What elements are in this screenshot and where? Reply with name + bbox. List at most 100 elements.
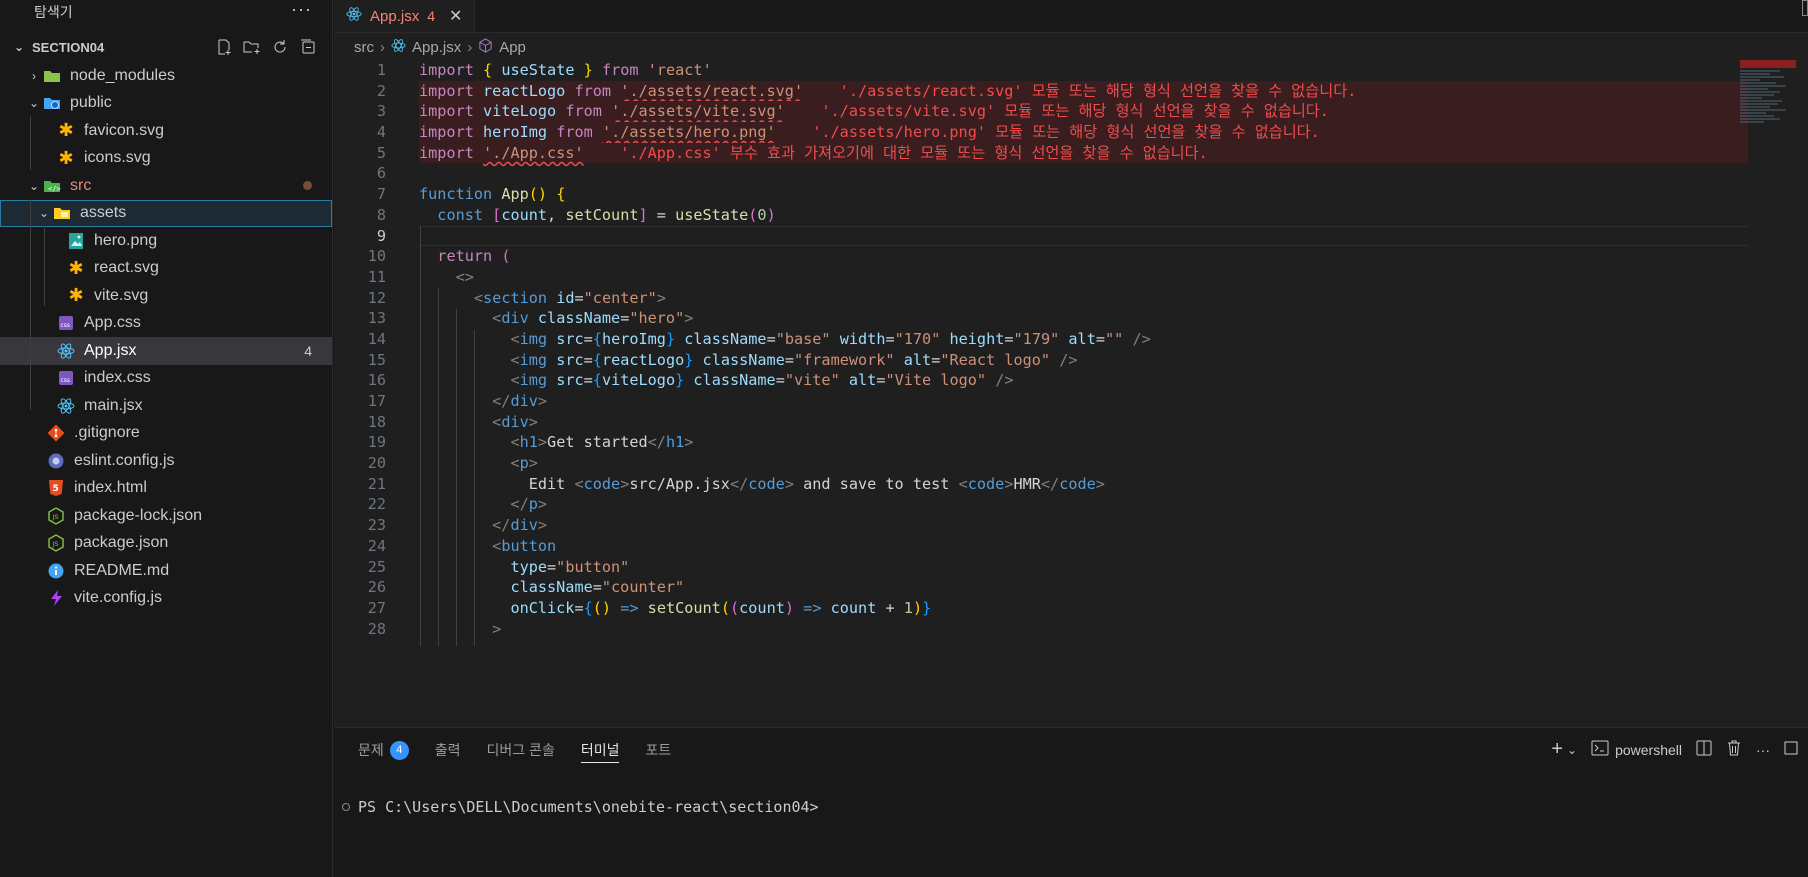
- tree-item-icons-svg[interactable]: ✱ icons.svg: [0, 145, 332, 173]
- tree-item-package-lock[interactable]: JS package-lock.json: [0, 502, 332, 530]
- tree-item-package-json[interactable]: JS package.json: [0, 530, 332, 558]
- new-file-icon[interactable]: [214, 37, 234, 57]
- nodejs-icon: JS: [46, 533, 66, 553]
- line-number: 9: [376, 226, 386, 245]
- split-terminal-icon[interactable]: [1696, 740, 1712, 759]
- code-line: 23 </div>: [334, 515, 1748, 536]
- tree-item-index-html[interactable]: 5 index.html: [0, 475, 332, 503]
- inline-error: './App.css' 부수 효과 가져오기에 대한 모듈 또는 형식 선언을 …: [620, 143, 1208, 162]
- more-actions-icon[interactable]: ···: [291, 0, 312, 20]
- indent-guide: [456, 309, 457, 646]
- line-number: 6: [376, 164, 386, 183]
- tree-item-public[interactable]: ⌄ public: [0, 90, 332, 118]
- code-text: <div className="hero">: [492, 309, 694, 328]
- tree-item-app-jsx[interactable]: App.jsx 4: [0, 337, 332, 365]
- breadcrumb-symbol[interactable]: App: [499, 39, 526, 56]
- tab-output[interactable]: 출력: [435, 728, 461, 772]
- more-actions-icon[interactable]: ···: [1756, 742, 1770, 758]
- tree-item-node-modules[interactable]: › node_modules: [0, 62, 332, 90]
- symbol-icon: [478, 37, 493, 57]
- editor-group: App.jsx 4 ✕ src › App.jsx › App 1 import …: [334, 0, 1808, 727]
- svg-text:</>: </>: [48, 185, 61, 193]
- code-line: 6: [334, 163, 1748, 184]
- tab-terminal[interactable]: 터미널: [580, 737, 620, 763]
- terminal-shell-name[interactable]: powershell: [1615, 742, 1682, 758]
- indent-guide: [420, 226, 421, 646]
- chevron-down-icon[interactable]: ⌄: [1567, 743, 1577, 757]
- explorer-header: 탐색기 ···: [0, 0, 332, 24]
- code-line: 26 className="counter": [334, 577, 1748, 598]
- line-number: 15: [367, 350, 386, 369]
- new-folder-icon[interactable]: [242, 37, 262, 57]
- close-icon[interactable]: ✕: [449, 6, 462, 26]
- code-text: <>: [455, 267, 474, 286]
- tree-item-label: package-lock.json: [74, 506, 203, 524]
- svg-file-icon: ✱: [58, 147, 74, 168]
- svg-text:5: 5: [53, 484, 59, 494]
- minimap[interactable]: [1740, 60, 1796, 320]
- line-number: 13: [367, 309, 386, 328]
- folder-icon: [42, 66, 62, 86]
- terminal-output[interactable]: PS C:\Users\DELL\Documents\onebite-react…: [342, 798, 819, 816]
- tree-item-eslint-config[interactable]: eslint.config.js: [0, 447, 332, 475]
- trash-icon[interactable]: [1726, 740, 1742, 759]
- code-text: <img src={heroImg} className="base" widt…: [510, 329, 1151, 348]
- tree-item-vite-config[interactable]: vite.config.js: [0, 585, 332, 613]
- code-line: 25 type="button": [334, 557, 1748, 578]
- modified-dot: [303, 181, 312, 191]
- code-text: <button: [492, 536, 557, 555]
- code-text: className="counter": [510, 578, 685, 597]
- workspace-title: SECTION04: [32, 39, 105, 55]
- workspace-section[interactable]: ⌄ SECTION04: [0, 35, 332, 59]
- tab-debug-console[interactable]: 디버그 콘솔: [487, 728, 555, 772]
- breadcrumb-file[interactable]: App.jsx: [412, 39, 461, 56]
- code-line: 13 <div className="hero">: [334, 308, 1748, 329]
- problems-count: 4: [304, 342, 312, 359]
- tree-item-app-css[interactable]: css App.css: [0, 310, 332, 338]
- tree-item-readme[interactable]: README.md: [0, 557, 332, 585]
- code-text: import reactLogo from './assets/react.sv…: [419, 81, 1357, 100]
- tree-item-react-svg[interactable]: ✱ react.svg: [0, 255, 332, 283]
- vite-icon: [46, 588, 66, 608]
- tree-item-assets[interactable]: ⌄ assets: [0, 199, 332, 227]
- tree-indent-guide: [30, 116, 31, 170]
- code-text: import './App.css' './App.css' 부수 효과 가져오…: [419, 143, 1208, 162]
- code-text: <h1>Get started</h1>: [510, 433, 694, 452]
- code-line: 3 import viteLogo from './assets/vite.svg…: [334, 101, 1748, 123]
- code-line: 11 <>: [334, 267, 1748, 288]
- line-number: 2: [376, 81, 386, 100]
- code-text: <img src={viteLogo} className="vite" alt…: [510, 371, 1014, 390]
- code-line: 27 onClick={() => setCount((count) => co…: [334, 598, 1748, 619]
- code-area[interactable]: 1 import { useState } from 'react' 2 impor…: [334, 60, 1748, 646]
- breadcrumb-folder[interactable]: src: [354, 39, 374, 56]
- maximize-panel-icon[interactable]: [1784, 741, 1798, 758]
- tree-item-src[interactable]: ⌄ </> src: [0, 172, 332, 200]
- tab-ports[interactable]: 포트: [645, 728, 671, 772]
- collapse-all-icon[interactable]: [298, 37, 318, 57]
- svg-file-icon: ✱: [68, 257, 84, 278]
- line-number: 23: [367, 516, 386, 535]
- scrollbar[interactable]: [1802, 0, 1808, 16]
- tree-item-favicon-svg[interactable]: ✱ favicon.svg: [0, 117, 332, 145]
- tree-item-hero-png[interactable]: hero.png: [0, 227, 332, 255]
- eslint-icon: [46, 451, 66, 471]
- code-line: 17 </div>: [334, 391, 1748, 412]
- indent-guide: [474, 330, 475, 646]
- tab-label: 터미널: [580, 741, 620, 758]
- tree-item-index-css[interactable]: css index.css: [0, 365, 332, 393]
- refresh-icon[interactable]: [270, 37, 290, 57]
- new-terminal-icon[interactable]: +: [1551, 738, 1563, 761]
- tree-item-label: App.css: [84, 314, 141, 332]
- code-line: 24 <button: [334, 536, 1748, 557]
- tab-app-jsx[interactable]: App.jsx 4 ✕: [334, 0, 476, 32]
- css-file-icon: css: [56, 313, 76, 333]
- tab-problems[interactable]: 문제 4: [358, 728, 409, 772]
- code-line: 18 <div>: [334, 412, 1748, 433]
- line-number: 3: [376, 102, 386, 121]
- tree-item-label: favicon.svg: [84, 121, 165, 139]
- tree-item-gitignore[interactable]: .gitignore: [0, 420, 332, 448]
- tree-item-main-jsx[interactable]: main.jsx: [0, 392, 332, 420]
- command-decoration-icon: [342, 803, 350, 811]
- line-number: 4: [376, 123, 386, 142]
- tree-item-vite-svg[interactable]: ✱ vite.svg: [0, 282, 332, 310]
